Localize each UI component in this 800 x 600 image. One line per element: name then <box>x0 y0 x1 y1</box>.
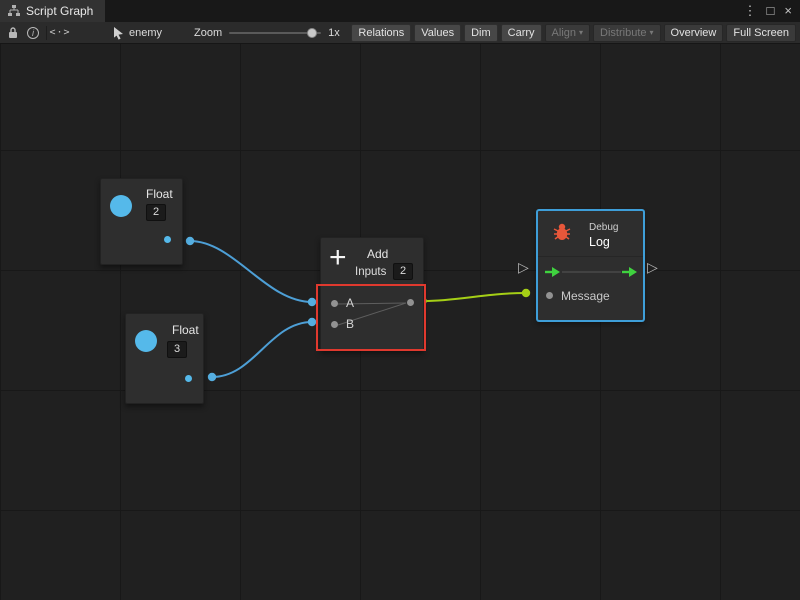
toolbar: i <·> enemy Zoom 1x Relations Values Dim… <box>0 22 800 44</box>
full-screen-button[interactable]: Full Screen <box>726 24 796 42</box>
float-output-port[interactable] <box>164 236 171 243</box>
wire-float1-to-add-a[interactable] <box>190 241 312 302</box>
zoom-control: Zoom 1x <box>194 27 340 39</box>
script-graph-window: Script Graph ⋮ □ × i <·> enemy <box>0 0 800 600</box>
carry-label: Carry <box>508 27 535 39</box>
wire-endpoint-dot[interactable] <box>308 298 316 306</box>
dim-button[interactable]: Dim <box>464 24 498 42</box>
float-type-icon <box>110 195 132 217</box>
graph-tab-icon <box>8 5 20 17</box>
edit-source-icon[interactable]: <·> <box>50 24 70 42</box>
lock-icon[interactable] <box>3 24 23 42</box>
menu-icon[interactable]: ⋮ <box>744 0 757 22</box>
graph-pointer-icon <box>112 26 124 40</box>
float-type-icon <box>135 330 157 352</box>
plus-icon: + <box>329 239 347 277</box>
tab-script-graph[interactable]: Script Graph <box>0 0 105 22</box>
toolbar-buttons: Relations Values Dim Carry Align ▾ Distr… <box>351 24 797 42</box>
flow-exit-triangle-icon[interactable]: ▷ <box>647 260 658 274</box>
titlebar: Script Graph ⋮ □ × <box>0 0 800 22</box>
tab-label: Script Graph <box>26 4 93 18</box>
info-icon-glyph: i <box>27 27 39 39</box>
message-port-label: Message <box>561 289 610 303</box>
maximize-icon[interactable]: □ <box>767 0 775 22</box>
carry-button[interactable]: Carry <box>501 24 542 42</box>
window-controls: ⋮ □ × <box>744 0 800 22</box>
inputs-count-field[interactable]: 2 <box>393 263 413 280</box>
wire-float2-to-add-b[interactable] <box>212 322 312 377</box>
float-value-field[interactable]: 3 <box>167 341 187 358</box>
flow-entry-triangle-icon[interactable]: ▷ <box>518 260 529 274</box>
wire-add-to-message[interactable] <box>424 293 526 301</box>
zoom-slider[interactable] <box>229 32 321 34</box>
zoom-value: 1x <box>328 27 340 39</box>
wire-endpoint-dot[interactable] <box>186 237 194 245</box>
relations-label: Relations <box>358 27 404 39</box>
align-label: Align <box>552 27 576 39</box>
red-highlight-rectangle <box>316 284 426 351</box>
node-float-3[interactable]: Float 3 <box>125 313 204 404</box>
dim-label: Dim <box>471 27 491 39</box>
flow-output-port[interactable] <box>622 266 637 278</box>
graph-canvas[interactable]: Float 2 Float 3 + Add Inputs 2 A B <box>0 44 800 600</box>
node-debug-log[interactable]: Debug Log Message <box>537 210 644 321</box>
zoom-slider-handle[interactable] <box>307 28 317 38</box>
overview-label: Overview <box>671 27 717 39</box>
full-screen-label: Full Screen <box>733 27 789 39</box>
relations-button[interactable]: Relations <box>351 24 411 42</box>
info-icon[interactable]: i <box>23 24 43 42</box>
overview-button[interactable]: Overview <box>664 24 724 42</box>
chevron-down-icon: ▾ <box>650 28 654 37</box>
zoom-label: Zoom <box>194 27 222 39</box>
values-label: Values <box>421 27 454 39</box>
graph-breadcrumb[interactable]: enemy <box>112 26 162 40</box>
chevron-down-icon: ▾ <box>579 28 583 37</box>
node-title: Float <box>146 187 173 201</box>
float-output-port[interactable] <box>185 375 192 382</box>
graph-name-label: enemy <box>129 27 162 39</box>
values-button[interactable]: Values <box>414 24 461 42</box>
node-title: Float <box>172 323 199 337</box>
node-float-2[interactable]: Float 2 <box>100 178 183 265</box>
wire-endpoint-dot[interactable] <box>308 318 316 326</box>
node-title: Add <box>367 247 388 261</box>
message-input-port[interactable] <box>546 292 553 299</box>
code-icon-glyph: <·> <box>49 27 70 38</box>
toolbar-separator <box>46 26 47 40</box>
wire-endpoint-dot[interactable] <box>208 373 216 381</box>
distribute-dropdown[interactable]: Distribute ▾ <box>593 24 660 42</box>
float-value-field[interactable]: 2 <box>146 204 166 221</box>
distribute-label: Distribute <box>600 27 646 39</box>
inputs-label: Inputs <box>355 266 386 278</box>
wire-endpoint-dot[interactable] <box>522 289 530 297</box>
flow-input-port[interactable] <box>545 266 560 278</box>
align-dropdown[interactable]: Align ▾ <box>545 24 590 42</box>
close-icon[interactable]: × <box>784 0 792 22</box>
